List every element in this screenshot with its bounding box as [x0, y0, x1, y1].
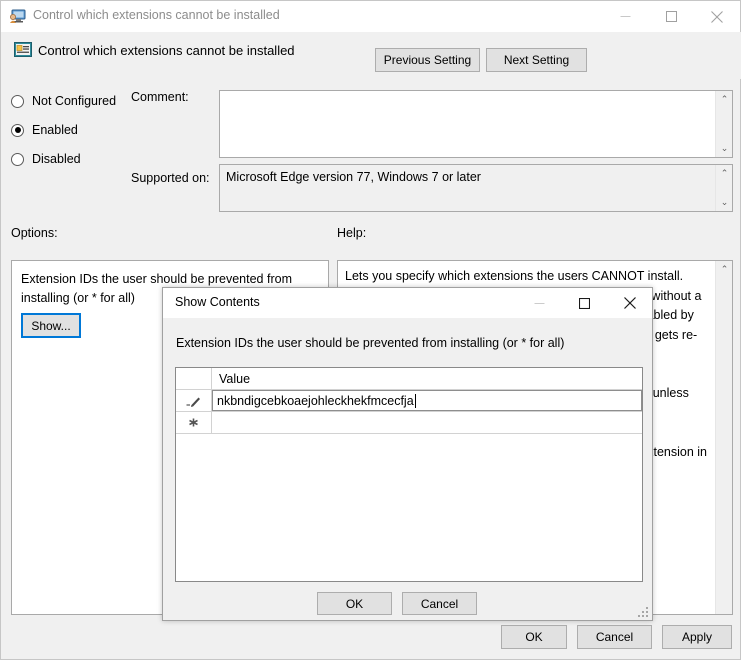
table-row-new[interactable] — [176, 412, 642, 434]
supported-on-scrollbar[interactable]: ⌃ ⌄ — [715, 165, 732, 211]
scroll-up-icon[interactable]: ⌃ — [716, 261, 732, 278]
radio-label-enabled: Enabled — [32, 123, 78, 137]
policy-monitor-icon — [9, 8, 26, 25]
modal-minimize-button — [517, 288, 562, 318]
scroll-up-icon[interactable]: ⌃ — [716, 165, 733, 182]
radio-enabled[interactable]: Enabled — [11, 121, 78, 139]
value-grid[interactable]: Value nkbndigcebkoaejohleckhekfmcecfja — [175, 367, 643, 582]
grid-header-row: Value — [176, 368, 642, 390]
modal-maximize-button[interactable] — [562, 288, 607, 318]
radio-label-not-configured: Not Configured — [32, 94, 117, 108]
window-title: Control which extensions cannot be insta… — [33, 8, 280, 22]
radio-not-configured[interactable]: Not Configured — [11, 92, 116, 110]
scroll-up-icon[interactable]: ⌃ — [716, 91, 733, 108]
next-setting-button[interactable]: Next Setting — [486, 48, 587, 72]
radio-indicator — [11, 94, 24, 108]
scroll-down-icon[interactable]: ⌄ — [716, 140, 733, 157]
radio-label-disabled: Disabled — [32, 152, 81, 166]
maximize-button[interactable] — [648, 1, 694, 32]
modal-cancel-button[interactable]: Cancel — [402, 592, 477, 615]
comment-scrollbar[interactable]: ⌃ ⌄ — [715, 91, 732, 157]
edit-pencil-icon — [176, 390, 212, 411]
comment-input[interactable]: ⌃ ⌄ — [219, 90, 733, 158]
modal-subtitle: Extension IDs the user should be prevent… — [176, 336, 565, 350]
grid-column-header-value[interactable]: Value — [212, 368, 642, 389]
show-button[interactable]: Show... — [21, 313, 81, 338]
help-scrollbar[interactable]: ⌃ — [715, 261, 732, 614]
modal-title: Show Contents — [175, 295, 260, 309]
supported-on-field: Microsoft Edge version 77, Windows 7 or … — [219, 164, 733, 212]
setting-title: Control which extensions cannot be insta… — [38, 43, 295, 58]
supported-on-value: Microsoft Edge version 77, Windows 7 or … — [226, 170, 481, 184]
text-caret — [414, 393, 416, 408]
minimize-button[interactable] — [602, 1, 648, 32]
show-contents-dialog: Show Contents Extension IDs the user sho… — [162, 287, 653, 621]
resize-grip-icon[interactable] — [637, 606, 649, 618]
supported-on-label: Supported on: — [131, 171, 210, 185]
comment-label: Comment: — [131, 90, 189, 104]
modal-close-button[interactable] — [607, 288, 652, 318]
setting-header: Control which extensions cannot be insta… — [2, 32, 741, 79]
window-caption-buttons — [602, 1, 740, 32]
radio-indicator-selected — [11, 123, 24, 137]
modal-caption-buttons — [517, 288, 652, 318]
options-label: Options: — [11, 226, 58, 240]
group-policy-setting-window: Control which extensions cannot be insta… — [0, 0, 741, 660]
previous-setting-button[interactable]: Previous Setting — [375, 48, 480, 72]
table-row[interactable]: nkbndigcebkoaejohleckhekfmcecfja — [176, 390, 642, 412]
ok-button[interactable]: OK — [501, 625, 567, 649]
policy-setting-icon — [14, 41, 32, 59]
window-titlebar: Control which extensions cannot be insta… — [1, 1, 740, 32]
grid-corner-cell — [176, 368, 212, 389]
grid-cell-value[interactable]: nkbndigcebkoaejohleckhekfmcecfja — [212, 390, 642, 411]
cancel-button[interactable]: Cancel — [577, 625, 652, 649]
modal-ok-button[interactable]: OK — [317, 592, 392, 615]
radio-indicator — [11, 152, 24, 166]
modal-titlebar: Show Contents — [163, 288, 652, 318]
help-label: Help: — [337, 226, 367, 240]
scroll-down-icon[interactable]: ⌄ — [716, 194, 733, 211]
close-button[interactable] — [694, 1, 740, 32]
new-row-asterisk-icon — [176, 412, 212, 433]
apply-button[interactable]: Apply — [662, 625, 732, 649]
grid-cell-value-empty[interactable] — [212, 412, 642, 433]
radio-disabled[interactable]: Disabled — [11, 150, 81, 168]
grid-cell-text: nkbndigcebkoaejohleckhekfmcecfja — [217, 393, 414, 408]
